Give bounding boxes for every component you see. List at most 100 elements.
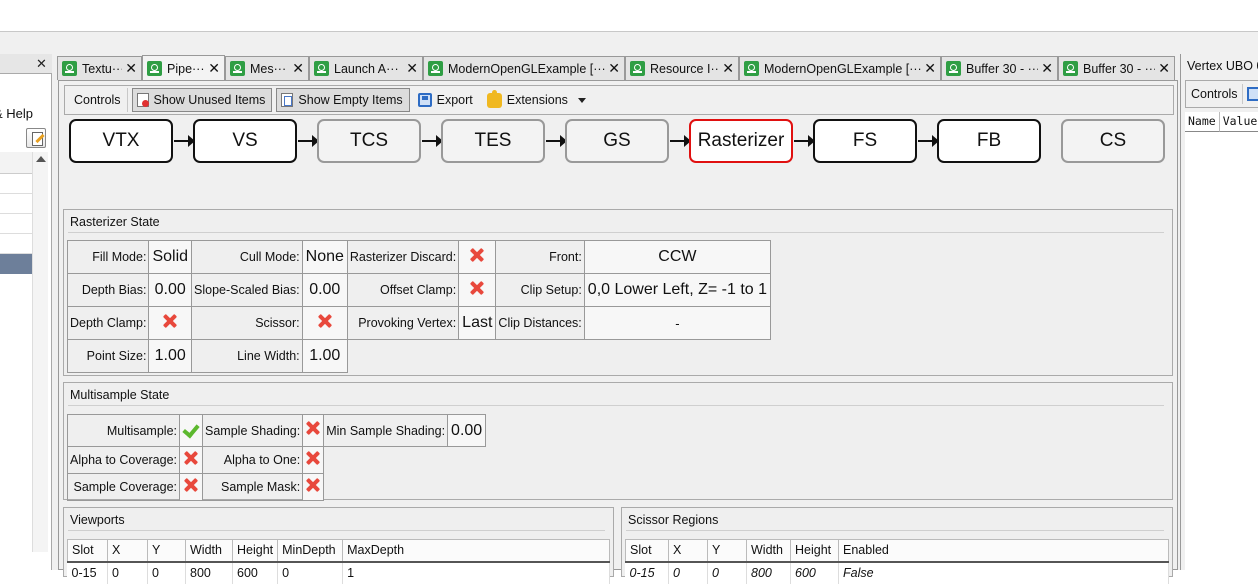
column-header[interactable]: Y — [707, 539, 747, 563]
tab-launch-application[interactable]: Launch A··· ✕ — [309, 56, 423, 80]
close-icon[interactable]: ✕ — [292, 60, 304, 77]
tab-buffer-1[interactable]: Buffer 30 - ··· ✕ — [941, 56, 1058, 80]
left-list-header — [0, 152, 32, 174]
close-icon[interactable]: ✕ — [208, 60, 220, 77]
stage-vs[interactable]: VS — [193, 119, 297, 163]
divider — [68, 405, 1164, 406]
depth-clamp-value — [148, 306, 193, 340]
tab-buffer-2[interactable]: Buffer 30 - ··· ✕ — [1058, 56, 1175, 80]
pipeline-toolbar: Controls Show Unused Items Show Empty It… — [64, 85, 1174, 115]
column-header[interactable]: Width — [185, 539, 233, 563]
column-header[interactable]: Height — [790, 539, 839, 563]
sample-coverage-label: Sample Coverage: — [66, 473, 181, 501]
checkmark-icon — [183, 421, 199, 435]
close-icon[interactable]: ✕ — [406, 60, 418, 77]
column-header[interactable]: MaxDepth — [342, 539, 610, 563]
stage-tcs[interactable]: TCS — [317, 119, 421, 163]
tab-capture-2[interactable]: ModernOpenGLExample [··· ✕ — [739, 56, 941, 80]
stage-tes[interactable]: TES — [441, 119, 545, 163]
clip-distances-label: Clip Distances: — [495, 306, 585, 340]
column-header[interactable]: Enabled — [838, 539, 1169, 563]
cross-icon — [163, 314, 177, 328]
column-header[interactable]: Slot — [625, 539, 669, 563]
sample-coverage-value — [179, 473, 204, 501]
close-icon[interactable]: ✕ — [1158, 60, 1170, 77]
left-panel-close-icon[interactable]: ✕ — [36, 56, 47, 72]
column-header[interactable]: X — [668, 539, 708, 563]
clip-setup-value: 0,0 Lower Left, Z= -1 to 1 — [583, 273, 772, 307]
stage-rasterizer[interactable]: Rasterizer — [689, 119, 793, 163]
list-item[interactable] — [0, 214, 32, 234]
viewports-group: Viewports Slot X Y Width Height MinDepth… — [63, 507, 614, 584]
column-header[interactable]: Value — [1219, 112, 1258, 132]
scissor-regions-table[interactable]: Slot X Y Width Height Enabled 0-15 0 0 8… — [625, 539, 1169, 584]
arrow-icon — [918, 135, 939, 147]
provoking-vertex-value: Last — [458, 306, 497, 340]
table-cell: 1 — [342, 561, 610, 584]
close-icon[interactable]: ✕ — [608, 60, 620, 77]
arrow-icon — [794, 135, 815, 147]
close-icon[interactable]: ✕ — [722, 60, 734, 77]
table-row[interactable]: 0-15 0 0 800 600 False — [625, 561, 1169, 584]
table-header: Slot X Y Width Height Enabled — [625, 539, 1169, 563]
divider — [626, 530, 1164, 531]
column-header[interactable]: Height — [231, 539, 279, 563]
list-item[interactable] — [0, 174, 32, 194]
tab-capture-1[interactable]: ModernOpenGLExample [··· ✕ — [423, 56, 625, 80]
divider — [68, 530, 605, 531]
extensions-button[interactable]: Extensions — [483, 88, 592, 112]
clip-setup-label: Clip Setup: — [495, 273, 585, 307]
multisample-state-group: Multisample State Multisample: Sample Sh… — [63, 382, 1173, 501]
table-row[interactable]: 0-15 0 0 800 600 0 1 — [67, 561, 610, 584]
export-button[interactable]: Export — [414, 88, 479, 112]
help-menu[interactable]: & Help — [0, 106, 33, 121]
cross-icon — [470, 248, 484, 262]
sample-mask-label: Sample Mask: — [202, 473, 304, 501]
column-header[interactable]: X — [107, 539, 148, 563]
point-size-label: Point Size: — [66, 339, 150, 373]
cross-icon — [470, 281, 484, 295]
cull-mode-label: Cull Mode: — [191, 240, 303, 274]
list-item[interactable] — [0, 234, 32, 254]
close-icon[interactable]: ✕ — [1041, 60, 1053, 77]
tab-mesh-viewer[interactable]: Mes··· ✕ — [225, 56, 309, 80]
close-icon[interactable]: ✕ — [924, 60, 936, 77]
column-header[interactable]: Name — [1185, 112, 1220, 132]
renderdoc-icon — [147, 61, 162, 76]
renderdoc-icon — [1063, 61, 1078, 76]
column-header[interactable]: MinDepth — [277, 539, 344, 563]
stage-gs[interactable]: GS — [565, 119, 669, 163]
stage-fb[interactable]: FB — [937, 119, 1041, 163]
line-width-label: Line Width: — [191, 339, 303, 373]
alpha-to-one-value — [302, 446, 325, 474]
group-title: Multisample State — [70, 388, 170, 402]
tab-resource-inspector[interactable]: Resource I··· ✕ — [625, 56, 739, 80]
list-item[interactable] — [0, 194, 32, 214]
left-scrollbar[interactable] — [32, 152, 48, 552]
show-unused-items-toggle[interactable]: Show Unused Items — [131, 88, 273, 112]
group-title: Viewports — [70, 513, 125, 527]
cross-icon — [184, 451, 198, 465]
constants-table[interactable]: Name Value — [1185, 112, 1258, 570]
stage-vtx[interactable]: VTX — [69, 119, 173, 163]
edit-icon[interactable] — [26, 128, 46, 148]
viewports-table[interactable]: Slot X Y Width Height MinDepth MaxDepth … — [67, 539, 610, 584]
clip-distances-value: - — [583, 306, 772, 340]
column-header[interactable]: Width — [746, 539, 791, 563]
right-panel-title: Vertex UBO 0 — [1187, 59, 1258, 73]
list-item-selected[interactable] — [0, 254, 32, 274]
stage-cs[interactable]: CS — [1061, 119, 1165, 163]
save-icon[interactable] — [1246, 87, 1258, 101]
show-empty-items-toggle[interactable]: Show Empty Items — [276, 88, 410, 112]
column-header[interactable]: Slot — [67, 539, 108, 563]
table-cell: 600 — [790, 561, 839, 584]
depth-bias-value: 0.00 — [148, 273, 193, 307]
document-tabstrip: Textu··· ✕ Pipe··· ✕ Mes··· ✕ Launch A··· ✕ … — [57, 55, 1177, 81]
toolbar-controls-label: Controls — [1191, 87, 1238, 101]
tab-pipeline-state[interactable]: Pipe··· ✕ — [142, 55, 225, 81]
tab-texture-viewer[interactable]: Textu··· ✕ — [57, 56, 142, 80]
scroll-up-icon[interactable] — [36, 156, 46, 162]
stage-fs[interactable]: FS — [813, 119, 917, 163]
close-icon[interactable]: ✕ — [125, 60, 137, 77]
column-header[interactable]: Y — [147, 539, 186, 563]
